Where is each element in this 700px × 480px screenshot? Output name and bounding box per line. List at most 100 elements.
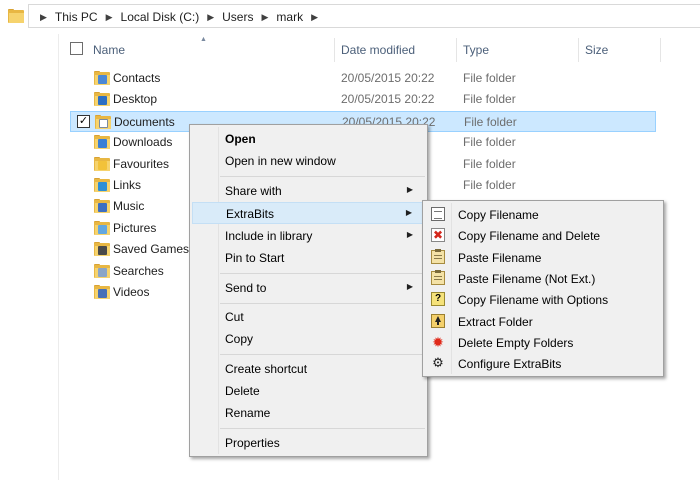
folder-icon (94, 263, 110, 278)
file-type: File folder (463, 71, 516, 85)
breadcrumb-this-pc[interactable]: This PC (55, 10, 98, 24)
submenu-arrow-icon: ▶ (406, 185, 413, 194)
sort-ascending-icon: ▲ (200, 36, 207, 43)
menu-item-label: Open in new window (225, 154, 336, 168)
menu-item-label: Include in library (225, 229, 313, 243)
clipboard-icon (431, 269, 445, 285)
column-divider[interactable] (578, 38, 579, 62)
submenu-arrow-icon: ▶ (406, 230, 413, 239)
column-header-name[interactable]: Name (93, 38, 125, 62)
column-divider[interactable] (660, 38, 661, 62)
menu-item-label: Create shortcut (225, 362, 308, 376)
submenu-item-label: Paste Filename (Not Ext.) (458, 271, 596, 286)
menu-item-properties[interactable]: Properties (192, 432, 425, 454)
context-menu: Open Open in new window Share with ▶ Extr… (189, 124, 428, 457)
submenu-item-label: Copy Filename (458, 208, 539, 222)
column-divider[interactable] (456, 38, 457, 62)
folder-icon (8, 9, 24, 23)
folder-icon (94, 135, 110, 150)
menu-item-label: Open (225, 132, 256, 146)
row-checkbox[interactable]: ✓ (77, 114, 90, 128)
menu-separator (220, 176, 425, 177)
menu-item-send-to[interactable]: Send to ▶ (192, 277, 425, 299)
menu-item-rename[interactable]: Rename (192, 402, 425, 424)
column-header-size[interactable]: Size (585, 38, 608, 62)
folder-icon (94, 199, 110, 214)
file-type: File folder (463, 135, 516, 150)
menu-item-label: Copy (225, 332, 254, 346)
menu-item-include-in-library[interactable]: Include in library ▶ (192, 225, 425, 247)
submenu-item-extract-folder[interactable]: Extract Folder (425, 311, 661, 332)
breadcrumb-users[interactable]: Users (222, 10, 253, 24)
file-name: Documents (114, 114, 175, 129)
chevron-right-icon[interactable]: ▶ (261, 12, 268, 23)
menu-separator (220, 303, 425, 304)
submenu-item-copy-filename-and-delete[interactable]: ✖ Copy Filename and Delete (425, 225, 661, 246)
menu-item-create-shortcut[interactable]: Create shortcut (192, 358, 425, 380)
file-name: Downloads (113, 135, 173, 150)
file-name: Desktop (113, 92, 158, 107)
menu-item-label: Share with (225, 184, 282, 198)
chevron-right-icon[interactable]: ▶ (311, 12, 318, 23)
menu-item-cut[interactable]: Cut (192, 306, 425, 328)
chevron-right-icon[interactable]: ▶ (40, 12, 47, 23)
date-modified: 20/05/2015 20:22 (341, 92, 435, 107)
file-name: Links (113, 178, 142, 192)
menu-item-delete[interactable]: Delete (192, 380, 425, 402)
breadcrumb-mark[interactable]: mark (276, 10, 303, 24)
breadcrumb-local-disk[interactable]: Local Disk (C:) (121, 10, 200, 24)
file-name: Music (113, 199, 145, 214)
menu-item-open-new-window[interactable]: Open in new window (192, 150, 425, 172)
submenu-arrow-icon: ▶ (406, 282, 413, 291)
question-icon: ? (431, 292, 445, 307)
menu-item-pin-to-start[interactable]: Pin to Start (192, 247, 425, 269)
menu-item-label: Properties (225, 436, 280, 450)
red-x-icon: ✖ (431, 228, 445, 243)
menu-item-copy[interactable]: Copy (192, 328, 425, 350)
submenu-item-label: Delete Empty Folders (458, 335, 574, 350)
submenu-item-label: Extract Folder (458, 314, 533, 329)
submenu-item-copy-filename-with-options[interactable]: ? Copy Filename with Options (425, 289, 661, 310)
file-type: File folder (463, 178, 516, 192)
menu-separator (220, 428, 425, 429)
file-name: Favourites (113, 156, 170, 171)
folder-icon (94, 178, 110, 192)
submenu-item-copy-filename[interactable]: Copy Filename (425, 204, 661, 225)
submenu-item-delete-empty-folders[interactable]: ✹ Delete Empty Folders (425, 332, 661, 353)
folder-icon (94, 285, 110, 299)
clipboard-icon (431, 248, 445, 264)
submenu-item-label: Paste Filename (458, 250, 542, 265)
menu-item-label: Cut (225, 310, 244, 324)
submenu-item-label: Copy Filename and Delete (458, 229, 601, 244)
file-name: Saved Games (113, 242, 190, 257)
menu-item-label: Pin to Start (225, 251, 285, 265)
menu-item-extrabits[interactable]: ExtraBits ▶ (192, 202, 425, 224)
file-type: File folder (464, 114, 517, 129)
chevron-right-icon[interactable]: ▶ (106, 12, 113, 23)
document-icon (431, 207, 445, 221)
table-row[interactable]: Desktop 20/05/2015 20:22 File folder (70, 89, 656, 110)
submenu-item-configure-extrabits[interactable]: ⚙ Configure ExtraBits (425, 353, 661, 374)
menu-item-label: ExtraBits (226, 207, 275, 221)
menu-separator (220, 273, 425, 274)
menu-item-label: Send to (225, 281, 267, 295)
chevron-right-icon[interactable]: ▶ (207, 12, 214, 23)
file-name: Contacts (113, 71, 161, 85)
select-all-checkbox[interactable] (70, 42, 83, 55)
address-bar[interactable]: ▶ This PC ▶ Local Disk (C:) ▶ Users ▶ ma… (0, 0, 700, 34)
navigation-pane-edge (58, 34, 59, 480)
column-divider[interactable] (334, 38, 335, 62)
menu-item-open[interactable]: Open (192, 128, 425, 150)
table-row[interactable]: Contacts 20/05/2015 20:22 File folder (70, 68, 656, 89)
file-name: Videos (113, 285, 150, 299)
date-modified: 20/05/2015 20:22 (341, 71, 435, 85)
submenu-item-paste-filename-not-ext[interactable]: Paste Filename (Not Ext.) (425, 268, 661, 289)
folder-icon (94, 220, 110, 235)
submenu-arrow-icon: ▶ (405, 208, 412, 217)
breadcrumb: ▶ This PC ▶ Local Disk (C:) ▶ Users ▶ ma… (32, 8, 326, 26)
column-header-date-modified[interactable]: Date modified (341, 38, 415, 62)
submenu-item-paste-filename[interactable]: Paste Filename (425, 247, 661, 268)
column-header-type[interactable]: Type (463, 38, 489, 62)
menu-item-share-with[interactable]: Share with ▶ (192, 180, 425, 202)
menu-separator (220, 354, 425, 355)
